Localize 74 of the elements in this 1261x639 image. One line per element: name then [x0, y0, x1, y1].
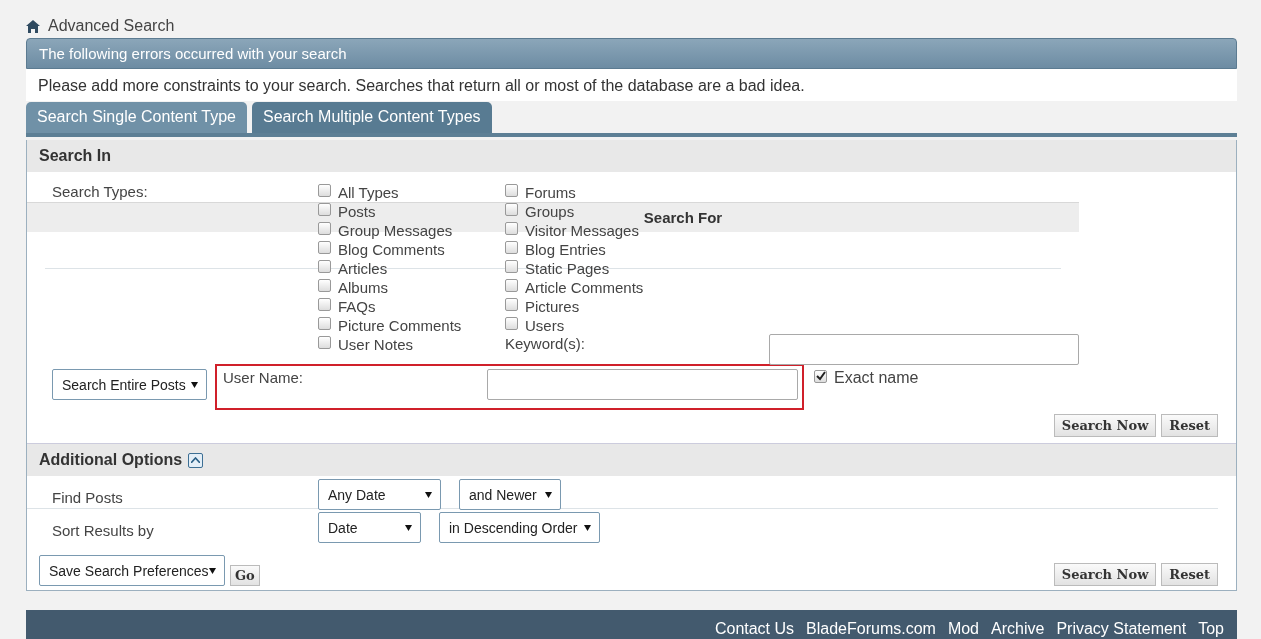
type-option[interactable]: Static Pages [505, 259, 610, 278]
checkbox[interactable] [505, 241, 518, 254]
footer-link[interactable]: Top [1198, 620, 1224, 638]
preferences-select[interactable]: Save Search Preferences [39, 555, 225, 586]
keyword-label: Keyword(s): [505, 335, 587, 354]
checkbox[interactable] [318, 184, 331, 197]
checkbox[interactable] [505, 184, 518, 197]
type-option[interactable]: Posts [318, 202, 376, 221]
checkbox[interactable] [505, 203, 518, 216]
footer-link[interactable]: Mod [947, 620, 979, 638]
scope-select[interactable]: Search Entire Posts [52, 369, 207, 400]
checkbox[interactable] [318, 241, 331, 254]
option-select[interactable]: Date [318, 512, 421, 543]
type-option[interactable]: FAQs [318, 297, 376, 316]
caret-icon [209, 567, 216, 574]
type-option[interactable]: Blog Comments [318, 240, 445, 259]
search-button[interactable]: Search Now [1053, 414, 1157, 437]
search-button[interactable]: Reset [1161, 563, 1218, 586]
option-select[interactable]: Any Date [318, 479, 441, 510]
type-option[interactable]: All Types [318, 183, 399, 202]
type-option[interactable]: Group Messages [318, 221, 453, 240]
home-icon[interactable] [26, 19, 40, 33]
search-button[interactable]: Search Now [1053, 563, 1157, 586]
type-option[interactable]: Articles [318, 259, 388, 278]
type-option[interactable]: Albums [318, 278, 389, 297]
checkbox[interactable] [505, 222, 518, 235]
caret-icon [191, 381, 198, 388]
footer-link[interactable]: Contact Us [714, 620, 795, 638]
caret-icon [584, 524, 591, 531]
checkbox[interactable] [318, 317, 331, 330]
type-option[interactable]: Picture Comments [318, 316, 462, 335]
checkbox[interactable] [318, 260, 331, 273]
checkbox[interactable] [318, 336, 331, 349]
footer-link[interactable]: Privacy Statement [1056, 620, 1187, 638]
user-name-label: User Name: [223, 369, 304, 386]
keyword-field[interactable] [769, 334, 1079, 365]
type-option[interactable]: User Notes [318, 335, 414, 354]
checkbox[interactable] [814, 369, 827, 383]
type-option[interactable]: Blog Entries [505, 240, 606, 259]
checkbox[interactable] [318, 279, 331, 292]
checkbox[interactable] [505, 260, 518, 273]
go-button[interactable]: Go [230, 565, 260, 586]
checkbox[interactable] [505, 298, 518, 311]
search-types-label: Search Types: [51, 183, 149, 202]
error-message: Please add more constraints to your search. Searches that return all or most of the database are a bad idea. [26, 69, 1237, 101]
exact-name-option[interactable]: Exact name [814, 369, 919, 387]
type-option[interactable]: Pictures [505, 297, 580, 316]
caret-icon [425, 491, 432, 498]
footer-link[interactable]: BladeForums.com [806, 620, 936, 638]
checkbox[interactable] [505, 317, 518, 330]
section-header: Additional Options [27, 443, 1236, 476]
caret-icon [545, 491, 552, 498]
option-label: Sort Results by [52, 522, 155, 539]
collapse-icon[interactable] [188, 452, 204, 468]
type-option[interactable]: Users [505, 316, 565, 335]
type-option[interactable]: Article Comments [505, 278, 644, 297]
search-button[interactable]: Reset [1161, 414, 1218, 437]
checkbox[interactable] [318, 298, 331, 311]
user-name-field[interactable] [487, 369, 798, 400]
caret-icon [405, 524, 412, 531]
section-header: Search In [27, 140, 1236, 172]
type-option[interactable]: Groups [505, 202, 575, 221]
option-select[interactable]: and Newer [459, 479, 561, 510]
footer-link[interactable]: Archive [991, 620, 1045, 638]
breadcrumb-title: Advanced Search [48, 17, 175, 35]
type-option[interactable]: Forums [505, 183, 576, 202]
option-label: Find Posts [52, 489, 124, 506]
checkbox[interactable] [318, 203, 331, 216]
option-select[interactable]: in Descending Order [439, 512, 600, 543]
error-header: The following errors occurred with your search [26, 38, 1237, 69]
checkbox[interactable] [505, 279, 518, 292]
checkbox[interactable] [318, 222, 331, 235]
tab[interactable]: Search Multiple Content Types [251, 102, 492, 133]
type-option[interactable]: Visitor Messages [505, 221, 639, 240]
